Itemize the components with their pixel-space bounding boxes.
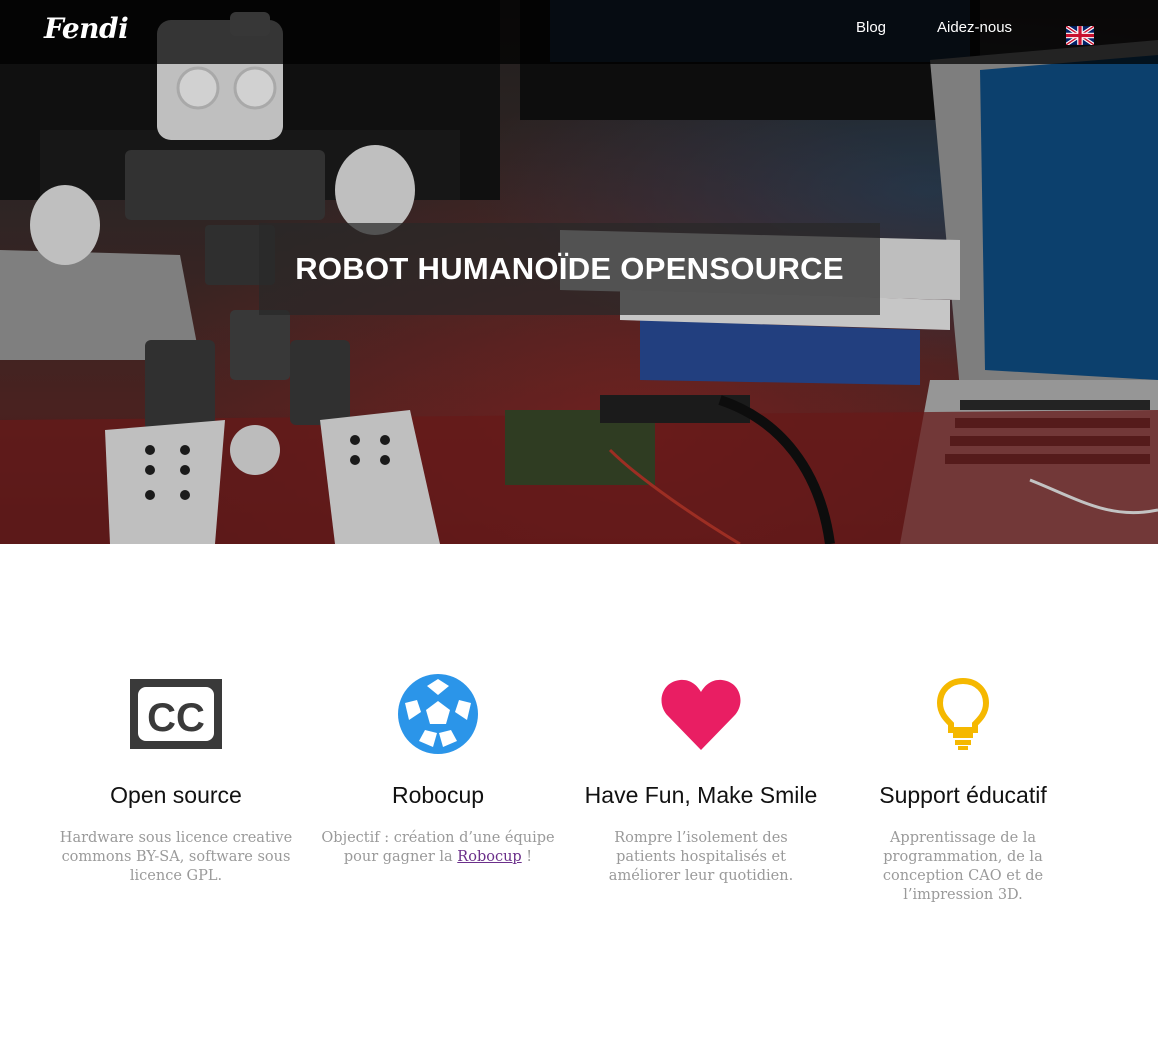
nav-link-aidez-nous[interactable]: Aidez-nous <box>937 19 1012 36</box>
hero-title-box: ROBOT HUMANOÏDE OPENSOURCE <box>259 223 880 315</box>
feature-title: Support éducatif <box>879 782 1047 808</box>
feature-text: Hardware sous licence creative commons B… <box>59 830 293 884</box>
hero-banner: ROBOT HUMANOÏDE OPENSOURCE <box>0 0 1158 544</box>
feature-open-source: CC Open source Hardware sous licence cre… <box>45 672 307 886</box>
feature-text: Objectif : création d’une équipe pour ga… <box>307 829 569 867</box>
svg-text:CC: CC <box>147 696 205 740</box>
uk-flag-icon[interactable] <box>1066 26 1094 45</box>
brand-logo[interactable]: Fendi <box>44 12 129 45</box>
navbar: Fendi Blog Aidez-nous <box>0 0 1158 64</box>
feature-title: Robocup <box>391 782 485 808</box>
feature-have-fun: Have Fun, Make Smile Rompre l’isolement … <box>570 672 832 886</box>
soccer-ball-icon <box>398 674 478 754</box>
robocup-link[interactable]: Robocup <box>457 849 521 865</box>
feature-text: Apprentissage de la programmation, de la… <box>882 830 1044 903</box>
feature-text: Rompre l’isolement des patients hospital… <box>608 830 794 884</box>
heart-icon <box>661 679 741 750</box>
feature-text-after: ! <box>521 849 533 865</box>
feature-title: Have Fun, Make Smile <box>584 782 818 808</box>
lightbulb-icon <box>937 678 989 750</box>
creative-commons-icon: CC <box>130 679 222 749</box>
hero-title: ROBOT HUMANOÏDE OPENSOURCE <box>295 251 844 286</box>
feature-robocup: Robocup Objectif : création d’une équipe… <box>307 672 569 867</box>
feature-title: Open source <box>110 782 242 808</box>
nav-link-blog[interactable]: Blog <box>856 19 886 36</box>
feature-support-educatif: Support éducatif Apprentissage de la pro… <box>832 672 1094 905</box>
